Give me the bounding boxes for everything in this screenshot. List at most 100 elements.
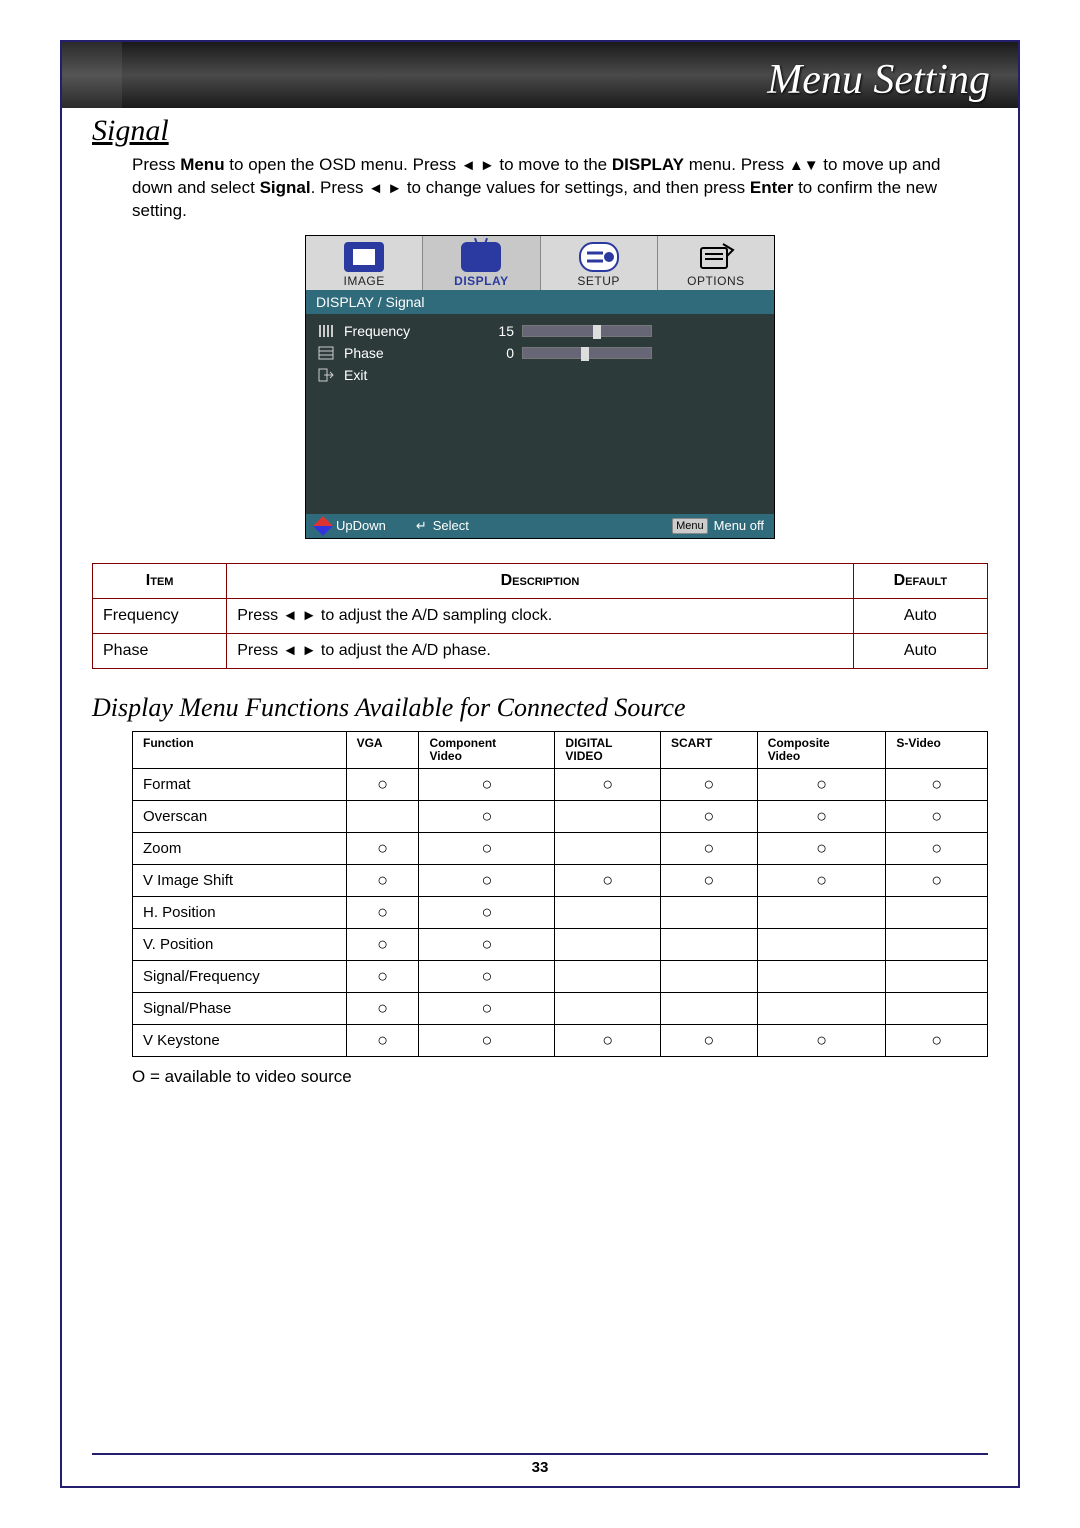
cell-mark: ○ (346, 1025, 419, 1057)
row-label: Phase (344, 345, 474, 361)
cell-desc: Press ◄ ► to adjust the A/D phase. (227, 633, 854, 668)
kw-signal: Signal (260, 178, 311, 197)
osd-row-exit: Exit (316, 364, 764, 386)
cell-mark: ○ (661, 801, 758, 833)
lr-arrows-icon: ◄ ► (461, 157, 495, 174)
kw-display: DISPLAY (612, 155, 684, 174)
cell-mark: ○ (346, 929, 419, 961)
cell-mark (886, 961, 988, 993)
cell-mark (346, 801, 419, 833)
table-row: V Keystone○○○○○○ (133, 1025, 988, 1057)
page-frame: Menu Setting Signal Press Menu to open t… (60, 40, 1020, 1488)
col-vga: VGA (346, 731, 419, 768)
table-row: Zoom○○○○○ (133, 833, 988, 865)
kw-enter: Enter (750, 178, 793, 197)
enter-icon: ↵ (416, 518, 427, 534)
cell-mark: ○ (346, 993, 419, 1025)
exit-icon (316, 367, 336, 383)
footer-label: UpDown (336, 518, 386, 533)
cell-function: Signal/Frequency (133, 961, 347, 993)
cell-mark (757, 993, 886, 1025)
lr-arrows-icon: ◄ ► (283, 607, 317, 624)
slider (522, 325, 652, 337)
footer-menuoff: MenuMenu off (672, 518, 764, 534)
cell-function: Signal/Phase (133, 993, 347, 1025)
osd-tab-display: DISPLAY (423, 236, 540, 290)
t: to move to the (495, 155, 612, 174)
display-icon (461, 242, 501, 272)
cell-mark (886, 929, 988, 961)
cell-mark (555, 801, 661, 833)
cell-mark (555, 897, 661, 929)
col-function: Function (133, 731, 347, 768)
t: Press (237, 642, 282, 659)
cell-mark: ○ (419, 897, 555, 929)
cell-function: V. Position (133, 929, 347, 961)
cell-mark (555, 961, 661, 993)
cell-function: Zoom (133, 833, 347, 865)
lr-arrows-icon: ◄ ► (368, 180, 402, 197)
cell-mark: ○ (661, 865, 758, 897)
cell-mark: ○ (346, 897, 419, 929)
cell-mark: ○ (757, 769, 886, 801)
cell-default: Auto (853, 598, 987, 633)
availability-table: Function VGA ComponentVideo DIGITALVIDEO… (132, 731, 988, 1057)
osd-tab-setup: SETUP (541, 236, 658, 290)
options-icon (696, 242, 736, 272)
cell-mark: ○ (555, 1025, 661, 1057)
tab-label: OPTIONS (658, 274, 774, 288)
table-row: Signal/Frequency○○ (133, 961, 988, 993)
cell-mark: ○ (661, 769, 758, 801)
t: to adjust the A/D phase. (316, 642, 490, 659)
osd-body: Frequency 15 Phase 0 Exit (306, 314, 774, 514)
cell-mark: ○ (757, 1025, 886, 1057)
cell-function: H. Position (133, 897, 347, 929)
cell-mark (757, 929, 886, 961)
image-icon (344, 242, 384, 272)
cell-mark (661, 993, 758, 1025)
osd-screenshot: IMAGE DISPLAY SETUP (92, 235, 988, 539)
footer-label: Select (433, 518, 469, 533)
cell-desc: Press ◄ ► to adjust the A/D sampling clo… (227, 598, 854, 633)
cell-mark: ○ (661, 833, 758, 865)
cell-item: Phase (93, 633, 227, 668)
col-default: Default (853, 563, 987, 598)
cell-mark: ○ (886, 1025, 988, 1057)
cell-mark: ○ (419, 865, 555, 897)
setup-icon (579, 242, 619, 272)
col-composite: CompositeVideo (757, 731, 886, 768)
cell-mark (661, 961, 758, 993)
frequency-icon (316, 323, 336, 339)
cell-item: Frequency (93, 598, 227, 633)
col-svideo: S-Video (886, 731, 988, 768)
table-row: Phase Press ◄ ► to adjust the A/D phase.… (93, 633, 988, 668)
subtitle: Display Menu Functions Available for Con… (92, 693, 988, 723)
osd-tab-image: IMAGE (306, 236, 423, 290)
tab-label: IMAGE (306, 274, 422, 288)
header-title-wrap: Menu Setting (122, 42, 1018, 108)
header-bar: Menu Setting (62, 42, 1018, 108)
row-label: Exit (344, 367, 474, 383)
page-title: Menu Setting (767, 56, 990, 104)
table-row: V. Position○○ (133, 929, 988, 961)
phase-icon (316, 345, 336, 361)
table-row: V Image Shift○○○○○○ (133, 865, 988, 897)
tab-label: SETUP (541, 274, 657, 288)
t: to adjust the A/D sampling clock. (316, 607, 552, 624)
osd-tabs: IMAGE DISPLAY SETUP (306, 236, 774, 290)
cell-mark: ○ (886, 769, 988, 801)
cell-mark (555, 929, 661, 961)
cell-mark (661, 897, 758, 929)
cell-default: Auto (853, 633, 987, 668)
cell-mark: ○ (346, 833, 419, 865)
col-digital: DIGITALVIDEO (555, 731, 661, 768)
kw-menu: Menu (180, 155, 224, 174)
cell-function: Format (133, 769, 347, 801)
menu-key-icon: Menu (672, 518, 708, 534)
cell-mark: ○ (661, 1025, 758, 1057)
osd-breadcrumb: DISPLAY / Signal (306, 290, 774, 314)
description-table: Item Description Default Frequency Press… (92, 563, 988, 669)
t: to open the OSD menu. Press (225, 155, 461, 174)
col-item: Item (93, 563, 227, 598)
lr-arrows-icon: ◄ ► (283, 642, 317, 659)
